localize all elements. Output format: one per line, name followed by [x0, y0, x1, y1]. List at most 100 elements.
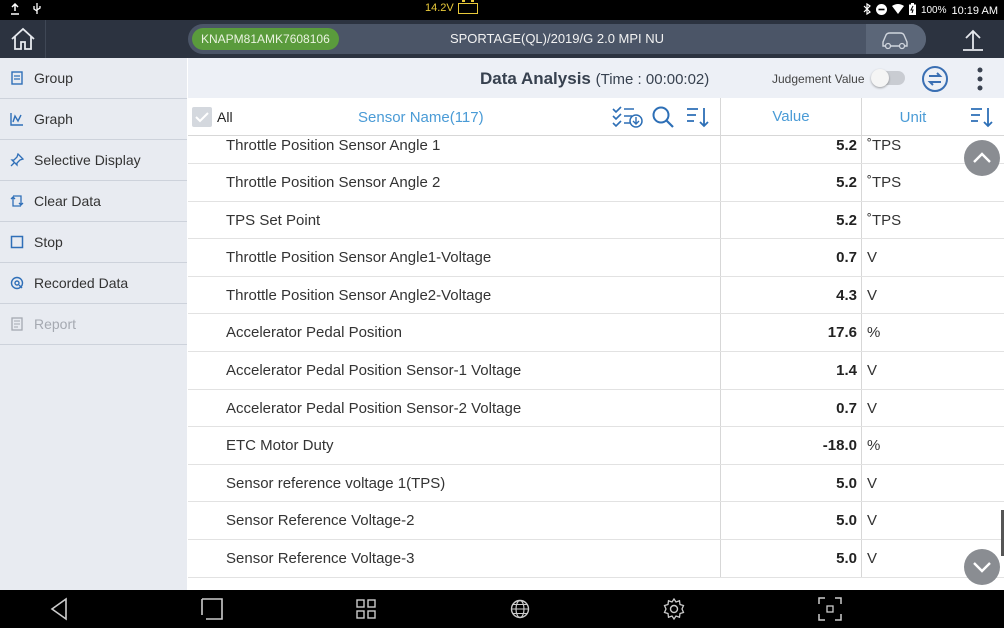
home-nav-button[interactable] — [197, 595, 227, 623]
sensor-unit: V — [867, 474, 878, 492]
table-row[interactable]: Sensor Reference Voltage-3 5.0 V — [188, 539, 1004, 578]
do-not-disturb-icon — [875, 3, 887, 18]
table-header: All Sensor Name(117) Value Unit — [188, 98, 1004, 136]
scroll-up-button[interactable] — [964, 140, 1000, 176]
back-button[interactable] — [44, 595, 74, 623]
sensor-name: Throttle Position Sensor Angle 2 — [226, 174, 441, 191]
unit-sort-icon[interactable] — [970, 106, 994, 128]
vehicle-select-button[interactable] — [866, 24, 926, 54]
sensor-value: 5.0 — [720, 464, 862, 502]
sidebar-item-report[interactable]: Report — [0, 304, 187, 345]
home-button[interactable] — [0, 20, 46, 58]
toggle-knob — [871, 69, 889, 87]
chevron-down-icon — [973, 562, 991, 573]
sidebar-item-label: Report — [34, 316, 77, 332]
exit-button[interactable] — [942, 20, 1004, 58]
table-row[interactable]: Sensor reference voltage 1(TPS) 5.0 V — [188, 464, 1004, 503]
swap-icon[interactable] — [921, 65, 949, 93]
sensor-value: 5.0 — [720, 502, 862, 539]
sidebar-item-label: Recorded Data — [34, 275, 129, 291]
sensor-value: 5.2 — [720, 201, 862, 239]
sidebar-item-stop[interactable]: Stop — [0, 222, 187, 263]
battery-percent: 100% — [920, 5, 947, 16]
clock: 10:19 AM — [951, 4, 998, 17]
search-icon[interactable] — [652, 106, 676, 128]
unit-column-header[interactable]: Unit — [878, 109, 948, 126]
check-icon — [195, 112, 209, 123]
upload-arrow-icon — [963, 29, 983, 51]
gear-icon — [663, 598, 685, 620]
battery-icon — [908, 3, 916, 18]
table-row[interactable]: Accelerator Pedal Position Sensor-1 Volt… — [188, 351, 1004, 390]
wifi-icon — [891, 4, 904, 17]
sensor-unit: ˚TPS — [867, 137, 902, 154]
value-column-header[interactable]: Value — [720, 98, 862, 136]
sensor-value: 5.0 — [720, 539, 862, 577]
back-icon — [50, 597, 67, 621]
data-analysis-panel: Data Analysis (Time : 00:00:02) Judgemen… — [188, 58, 1004, 590]
sensor-unit: ˚TPS — [867, 211, 902, 229]
filter-list-icon[interactable] — [612, 106, 644, 128]
table-row[interactable]: TPS Set Point 5.2 ˚TPS — [188, 201, 1004, 240]
sensor-name-column-header[interactable]: Sensor Name(117) — [358, 109, 484, 126]
navigation-bar — [0, 590, 1004, 628]
apps-button[interactable] — [351, 595, 381, 623]
voltage-text: 14.2V — [425, 2, 454, 14]
report-icon — [11, 317, 23, 331]
vehicle-voltage: 14.2V — [425, 0, 478, 14]
pin-icon — [10, 153, 24, 167]
sensor-name: Throttle Position Sensor Angle2-Voltage — [226, 286, 492, 304]
sensor-name: ETC Motor Duty — [226, 437, 334, 455]
sensor-name: Sensor Reference Voltage-2 — [226, 512, 415, 530]
sensor-unit: V — [867, 249, 878, 267]
sensor-unit: ˚TPS — [867, 174, 902, 191]
sensor-name: Sensor Reference Voltage-3 — [226, 549, 415, 567]
select-all-checkbox[interactable] — [192, 107, 212, 127]
recorded-data-icon — [10, 276, 24, 290]
table-row[interactable]: Throttle Position Sensor Angle1-Voltage 0… — [188, 239, 1004, 277]
scroll-down-button[interactable] — [964, 549, 1000, 585]
more-menu-icon[interactable] — [974, 66, 986, 92]
sensor-value: 17.6 — [720, 314, 862, 351]
sensor-name: Accelerator Pedal Position — [226, 324, 402, 342]
sensor-unit: V — [867, 399, 878, 417]
sensor-unit: % — [867, 437, 881, 455]
globe-icon — [510, 599, 530, 619]
table-row[interactable]: Throttle Position Sensor Angle 1 5.2 ˚TPS — [188, 136, 1004, 164]
graph-icon — [10, 113, 23, 126]
vehicle-info-bar: SPORTAGE(QL)/2019/G 2.0 MPI NU KNAPM81AM… — [188, 24, 926, 54]
sidebar-item-label: Graph — [34, 111, 73, 127]
table-row[interactable]: Throttle Position Sensor Angle2-Voltage 4… — [188, 276, 1004, 315]
sidebar-item-clear-data[interactable]: Clear Data — [0, 181, 187, 222]
sidebar-item-group[interactable]: Group — [0, 58, 187, 99]
sensor-value: 4.3 — [720, 276, 862, 314]
judgement-value-toggle[interactable] — [871, 69, 905, 87]
status-bar: 14.2V 100% 10:19 AM — [0, 0, 1004, 20]
sensor-unit: V — [867, 512, 878, 530]
table-row[interactable]: ETC Motor Duty -18.0% — [188, 427, 1004, 465]
sensor-value: -18.0 — [720, 427, 862, 464]
sidebar-item-selective-display[interactable]: Selective Display — [0, 140, 187, 181]
table-row[interactable]: Accelerator Pedal Position Sensor-2 Volt… — [188, 389, 1004, 428]
sidebar-item-recorded-data[interactable]: Recorded Data — [0, 263, 187, 304]
table-row[interactable]: Accelerator Pedal Position 17.6% — [188, 314, 1004, 352]
page-title: Data Analysis (Time : 00:00:02) — [480, 69, 709, 89]
table-row[interactable]: Sensor Reference Voltage-2 5.0 V — [188, 502, 1004, 540]
car-icon — [882, 32, 908, 50]
sensor-name: Throttle Position Sensor Angle 1 — [226, 137, 441, 154]
sensor-name: Accelerator Pedal Position Sensor-1 Volt… — [226, 361, 522, 379]
settings-button[interactable] — [659, 595, 689, 623]
sidebar-item-graph[interactable]: Graph — [0, 99, 187, 140]
browser-button[interactable] — [505, 595, 535, 623]
sort-icon[interactable] — [686, 106, 710, 128]
sensor-name: Accelerator Pedal Position Sensor-2 Volt… — [226, 399, 522, 417]
sensor-unit: V — [867, 549, 878, 567]
chevron-up-icon — [973, 152, 991, 163]
screen-capture-button[interactable] — [815, 595, 845, 623]
table-row[interactable]: Throttle Position Sensor Angle 2 5.2 ˚TPS — [188, 164, 1004, 202]
title-text: Data Analysis — [480, 69, 591, 88]
sensor-value: 0.7 — [720, 389, 862, 427]
sensor-unit: V — [867, 361, 878, 379]
sensor-name: Sensor reference voltage 1(TPS) — [226, 474, 446, 492]
sensor-unit: % — [867, 324, 881, 342]
